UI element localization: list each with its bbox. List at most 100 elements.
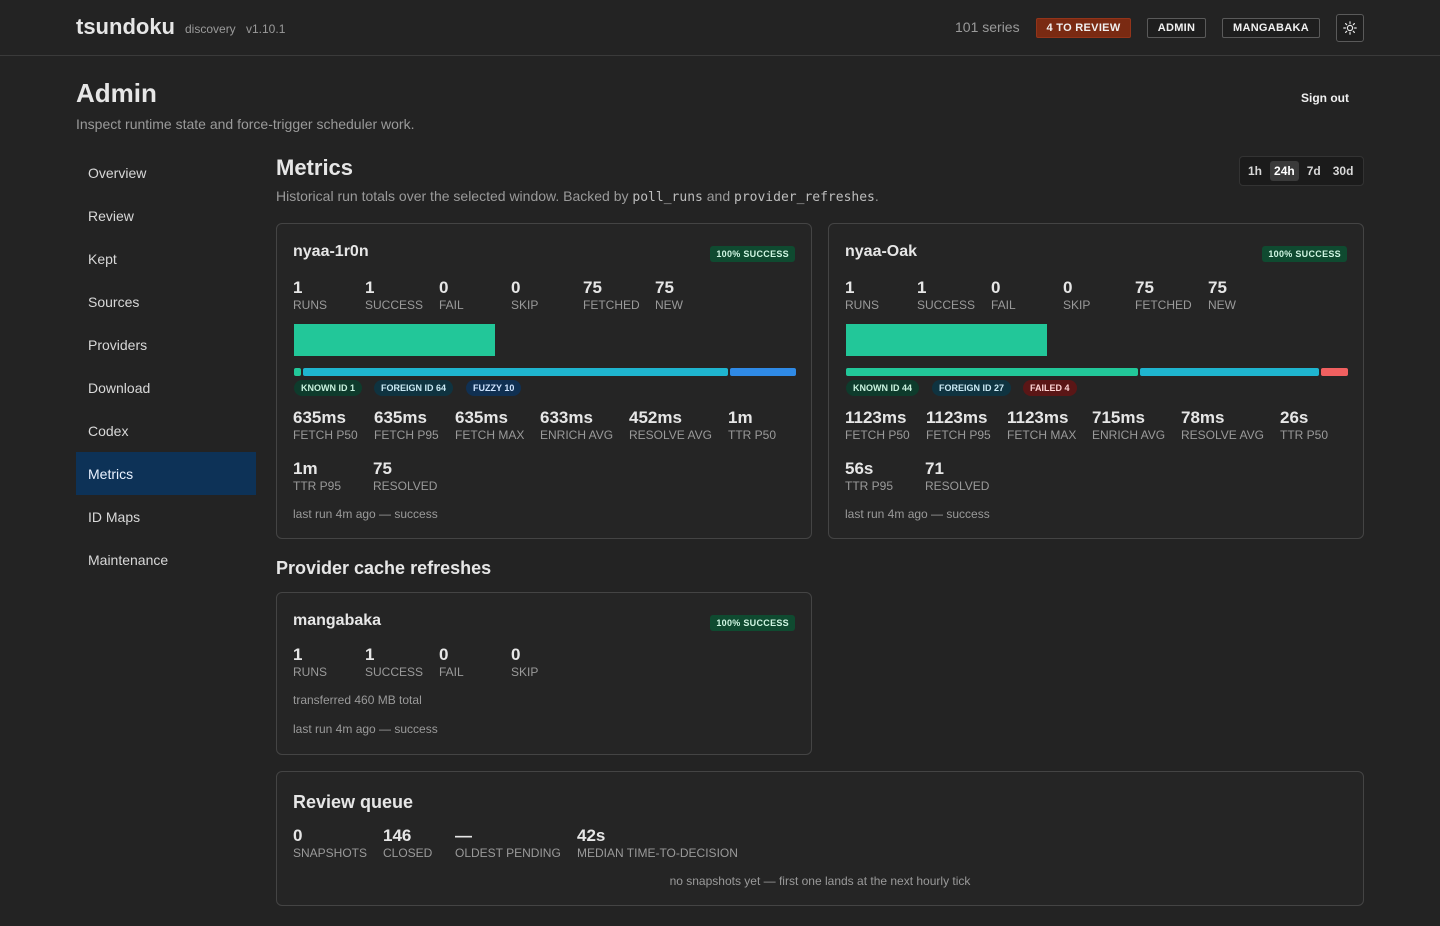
to-review-button[interactable]: 4 TO REVIEW — [1036, 18, 1131, 38]
brand-subtitle: discovery — [185, 22, 236, 36]
stat-value: 0 — [439, 645, 449, 664]
time-range-selector: 1h 24h 7d 30d — [1239, 156, 1364, 186]
sidebar-item-providers[interactable]: Providers — [76, 323, 256, 366]
stat-value: 0 — [293, 826, 303, 845]
stat-label: RUNS — [845, 298, 880, 312]
stat-label: TTR P50 — [728, 428, 777, 442]
last-run-status: last run 4m ago — success — [845, 507, 990, 521]
stat-value: 1 — [845, 278, 855, 297]
stat-skip: 0 SKIP — [511, 645, 538, 679]
mangabaka-button[interactable]: MANGABAKA — [1222, 18, 1320, 38]
stat-label: SKIP — [1063, 298, 1091, 312]
timing-ttr-p50: 1m TTR P50 — [728, 408, 776, 442]
stat-label: SUCCESS — [917, 298, 976, 312]
stat-runs: 1 RUNS — [845, 278, 879, 312]
timing-enrich-avg: 715ms ENRICH AVG — [1092, 408, 1165, 442]
stat-label: TTR P95 — [845, 479, 894, 493]
stat-label: CLOSED — [383, 846, 433, 860]
desc-text: and — [706, 188, 731, 204]
stat-value: 75 — [373, 459, 392, 478]
timing-ttr-p95: 56s TTR P95 — [845, 459, 893, 493]
sidebar-item-download[interactable]: Download — [76, 366, 256, 409]
stat-value: 635ms — [293, 408, 346, 427]
provider-name: mangabaka — [293, 612, 382, 629]
stat-label: OLDEST PENDING — [455, 846, 561, 860]
stat-snapshots: 0 SNAPSHOTS — [293, 826, 367, 860]
stat-skip: 0 SKIP — [511, 278, 538, 312]
range-30d[interactable]: 30d — [1329, 161, 1358, 181]
sidebar-item-sources[interactable]: Sources — [76, 280, 256, 323]
stat-value: 0 — [1063, 278, 1073, 297]
range-24h[interactable]: 24h — [1270, 161, 1299, 181]
stat-value: 0 — [511, 645, 521, 664]
app-version: v1.10.1 — [246, 22, 286, 36]
stat-label: RESOLVED — [373, 479, 438, 493]
stat-value: 715ms — [1092, 408, 1145, 427]
source-card-nyaa-1r0n: nyaa-1r0n 100% SUCCESS 1 RUNS 1 SUCCESS 0F… — [276, 223, 812, 539]
sidebar-item-kept[interactable]: Kept — [76, 237, 256, 280]
transferred-total: transferred 460 MB total — [293, 693, 422, 707]
desc-code-provider-refreshes: provider_refreshes — [734, 190, 875, 205]
stat-fail: 0 FAIL — [439, 645, 464, 679]
stat-value: 56s — [845, 459, 874, 478]
sidebar-item-overview[interactable]: Overview — [76, 151, 256, 194]
stat-value: 1 — [365, 645, 375, 664]
stat-value: 1123ms — [1007, 408, 1069, 427]
timing-fetch-p50: 635ms FETCH P50 — [293, 408, 358, 442]
stat-resolved: 71 RESOLVED — [925, 459, 989, 493]
stat-value: 635ms — [374, 408, 427, 427]
brand-logo[interactable]: tsundoku — [76, 14, 175, 40]
stat-label: SUCCESS — [365, 298, 424, 312]
stat-label: NEW — [655, 298, 683, 312]
stat-label: FETCH P50 — [845, 428, 910, 442]
stat-label: SKIP — [511, 665, 539, 679]
stat-value: 75 — [1208, 278, 1227, 297]
review-queue-title: Review queue — [293, 792, 414, 812]
stat-label: TTR P50 — [1280, 428, 1329, 442]
sidebar-item-id-maps[interactable]: ID Maps — [76, 495, 256, 538]
stat-label: FAIL — [991, 298, 1016, 312]
stat-value: 146 — [383, 826, 412, 845]
stat-runs: 1 RUNS — [293, 645, 327, 679]
theme-toggle-button[interactable] — [1336, 14, 1364, 42]
stat-value: 75 — [583, 278, 602, 297]
stat-value: 633ms — [540, 408, 593, 427]
timing-fetch-p95: 1123ms FETCH P95 — [926, 408, 991, 442]
stat-new: 75 NEW — [1208, 278, 1236, 312]
sign-out-button[interactable]: Sign out — [1301, 91, 1349, 105]
stat-label: ENRICH AVG — [1092, 428, 1166, 442]
segment-known — [846, 368, 1138, 376]
timing-ttr-p95: 1m TTR P95 — [293, 459, 341, 493]
top-bar: tsundoku discovery v1.10.1 101 series 4 … — [0, 0, 1440, 56]
range-7d[interactable]: 7d — [1303, 161, 1325, 181]
segment-failed — [1321, 368, 1348, 376]
stat-label: RUNS — [293, 665, 328, 679]
chip-known-id: KNOWN ID 44 — [846, 380, 920, 396]
stat-fail: 0 FAIL — [439, 278, 464, 312]
timing-enrich-avg: 633ms ENRICH AVG — [540, 408, 613, 442]
sidebar-item-maintenance[interactable]: Maintenance — [76, 538, 256, 581]
sun-icon — [1343, 21, 1357, 35]
stat-success: 1 SUCCESS — [365, 645, 423, 679]
stat-value: 71 — [925, 459, 944, 478]
new-ratio-bar — [294, 324, 495, 356]
admin-button[interactable]: ADMIN — [1147, 18, 1206, 38]
stat-skip: 0 SKIP — [1063, 278, 1090, 312]
stat-oldest-pending: — OLDEST PENDING — [455, 826, 561, 860]
source-card-nyaa-oak: nyaa-Oak 100% SUCCESS 1 RUNS 1 SUCCESS 0 FA… — [828, 223, 1364, 539]
stat-label: RESOLVED — [925, 479, 990, 493]
timing-fetch-p95: 635ms FETCH P95 — [374, 408, 439, 442]
chip-failed: FAILED 4 — [1023, 380, 1077, 396]
success-badge: 100% SUCCESS — [710, 615, 795, 631]
timing-resolve-avg: 78ms RESOLVE AVG — [1181, 408, 1264, 442]
sidebar-item-metrics[interactable]: Metrics — [76, 452, 256, 495]
chip-fuzzy: FUZZY 10 — [466, 380, 522, 396]
review-queue-note: no snapshots yet — first one lands at th… — [669, 874, 971, 888]
stat-label: FETCH MAX — [1007, 428, 1077, 442]
range-1h[interactable]: 1h — [1244, 161, 1266, 181]
stat-label: FETCH MAX — [455, 428, 525, 442]
success-badge: 100% SUCCESS — [710, 246, 795, 262]
sidebar-item-codex[interactable]: Codex — [76, 409, 256, 452]
stat-value: 0 — [439, 278, 449, 297]
sidebar-item-review[interactable]: Review — [76, 194, 256, 237]
